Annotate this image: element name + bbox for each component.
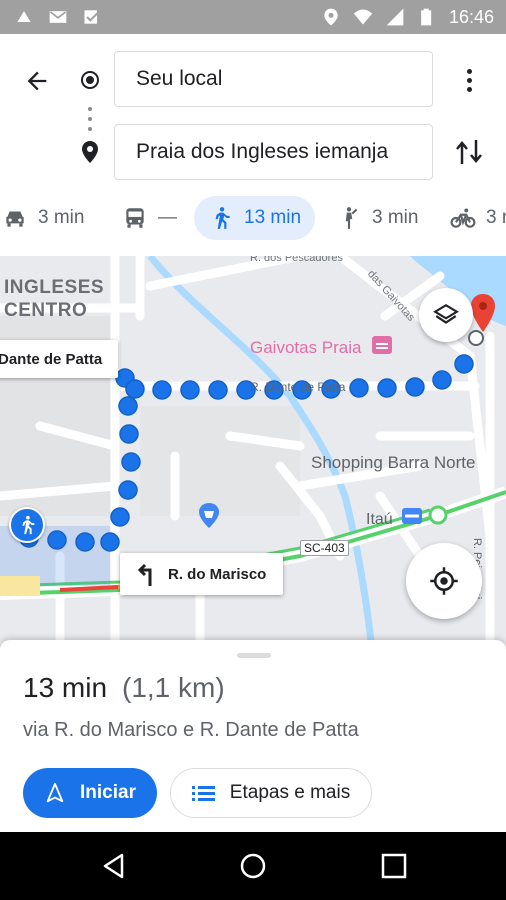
crosshair-icon (430, 567, 458, 595)
route-via: via R. do Marisco e R. Dante de Patta (23, 719, 359, 741)
mode-transit-tab[interactable]: — (108, 196, 191, 240)
more-dot (466, 68, 472, 74)
route-distance: (1,1 km) (122, 672, 225, 703)
back-button[interactable] (18, 62, 56, 100)
turn-callout-label: R. do Marisco (168, 565, 267, 583)
steps-and-more-label: Etapas e mais (229, 782, 351, 803)
wifi-icon (353, 9, 373, 25)
map-view[interactable]: INGLESES CENTRO R. dos Pescadores das Ga… (0, 256, 506, 650)
list-icon (191, 786, 215, 801)
mode-walking-tab[interactable]: 13 min (194, 196, 316, 240)
location-icon (324, 8, 338, 26)
status-time: 16:46 (448, 6, 494, 27)
mode-driving-tab[interactable]: 3 min (0, 196, 98, 240)
walking-icon (215, 207, 230, 229)
travel-mode-bar: 3 min — 13 min 3 min 3 r (0, 194, 506, 242)
mall-label[interactable]: Shopping Barra Norte (311, 453, 475, 473)
area-label-line1: INGLESES (4, 277, 105, 298)
cloud-upload-icon (17, 11, 31, 22)
mode-ride-time: 3 min (372, 207, 419, 228)
mode-ride-tab[interactable]: 3 min (322, 196, 432, 240)
checklist-icon (84, 10, 101, 24)
start-navigation-button[interactable]: Iniciar (23, 768, 157, 818)
layers-icon (433, 303, 459, 324)
origin-marker-icon (81, 71, 99, 89)
car-icon (6, 211, 24, 227)
destination-pin-icon (82, 141, 98, 163)
more-options-button[interactable] (454, 62, 484, 98)
mode-cycling-tab[interactable]: 3 r (436, 196, 506, 240)
turn-callout: R. do Marisco (120, 553, 283, 595)
street-label-dante: R. Dante de Patta (250, 380, 346, 394)
highway-shield: SC-403 (300, 540, 349, 556)
current-location-marker (9, 507, 45, 543)
map-layers-button[interactable] (419, 288, 473, 342)
gmail-icon (49, 11, 67, 23)
swap-directions-icon[interactable] (452, 134, 486, 170)
street-label-pescadores: R. dos Pescadores (250, 256, 343, 264)
route-summary-sheet: 13 min (1,1 km) via R. do Marisco e R. D… (0, 640, 506, 832)
directions-header: Seu local Praia dos Ingleses iemanja 3 m… (0, 34, 506, 256)
origin-field[interactable]: Seu local (114, 51, 433, 107)
system-nav-bar (0, 832, 506, 900)
signal-icon (386, 8, 404, 26)
steps-and-more-button[interactable]: Etapas e mais (170, 768, 372, 818)
mode-transit-time: — (158, 207, 177, 228)
route-duration: 13 min (23, 672, 108, 703)
my-location-button[interactable] (406, 543, 482, 619)
area-label: INGLESES CENTRO (4, 276, 104, 322)
mode-driving-time: 3 min (38, 207, 85, 228)
hotel-label[interactable]: Gaivotas Praia (250, 338, 362, 358)
destination-field[interactable]: Praia dos Ingleses iemanja (114, 124, 433, 180)
battery-icon (421, 8, 432, 26)
mode-cycling-time: 3 r (486, 207, 506, 228)
back-icon[interactable] (100, 852, 128, 880)
route-connector (88, 107, 92, 131)
more-dot (466, 77, 472, 83)
home-icon[interactable] (239, 852, 267, 880)
bus-icon (126, 208, 144, 228)
walking-person-icon (22, 515, 35, 535)
start-navigation-label: Iniciar (80, 782, 136, 803)
navigation-arrow-icon (46, 782, 64, 803)
ride-hailing-icon (345, 207, 358, 229)
bank-label[interactable]: Itaú (366, 511, 393, 529)
sheet-handle[interactable] (237, 653, 271, 658)
turn-left-icon (137, 563, 152, 586)
recent-apps-icon[interactable] (381, 853, 407, 879)
mode-walking-time: 13 min (244, 207, 302, 228)
arrow-back-icon (27, 71, 47, 91)
area-label-line2: CENTRO (4, 300, 88, 321)
bicycle-icon (450, 208, 476, 228)
more-dot (466, 86, 472, 92)
status-bar: 16:46 (0, 0, 506, 34)
street-callout-dante: Dante de Patta (0, 340, 118, 378)
